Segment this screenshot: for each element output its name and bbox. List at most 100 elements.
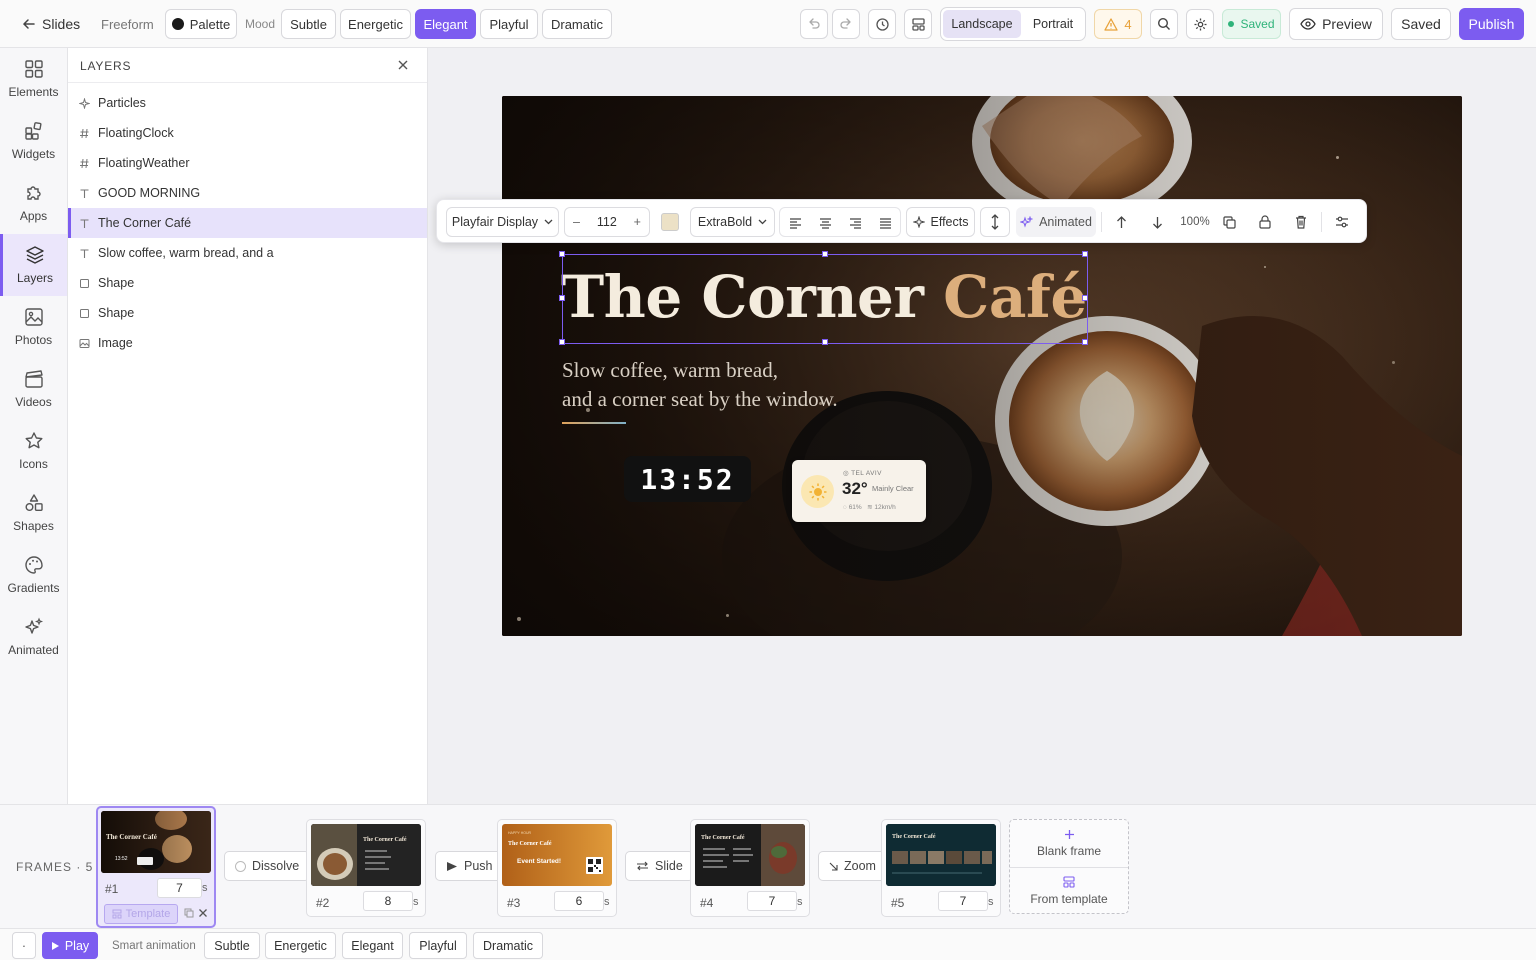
resize-handle[interactable] xyxy=(1082,339,1088,345)
anim-subtle-button[interactable]: Subtle xyxy=(204,932,260,959)
publish-button[interactable]: Publish xyxy=(1459,8,1524,40)
frame-card-1[interactable]: The Corner Café 13:52 #1 7 s Template xyxy=(96,806,216,928)
layer-item[interactable]: Particles xyxy=(68,88,427,118)
settings-button[interactable] xyxy=(1186,9,1214,39)
slide-canvas[interactable]: The Corner Café Slow coffee, warm bread,… xyxy=(502,96,1462,636)
copy-frame-button[interactable] xyxy=(184,908,194,918)
bring-forward-button[interactable] xyxy=(1106,207,1136,237)
rail-shapes[interactable]: Shapes xyxy=(0,482,67,544)
resize-handle[interactable] xyxy=(822,251,828,257)
anim-energetic-button[interactable]: Energetic xyxy=(265,932,336,959)
frame-duration-input[interactable]: 7 xyxy=(157,878,202,898)
floating-clock-widget[interactable]: 13:52 xyxy=(624,456,751,502)
frame-duration-input[interactable]: 7 xyxy=(747,891,797,911)
resize-handle[interactable] xyxy=(822,339,828,345)
transition-zoom-button[interactable]: Zoom xyxy=(818,851,887,881)
delete-frame-button[interactable] xyxy=(198,908,208,918)
landscape-option[interactable]: Landscape xyxy=(943,10,1021,38)
effects-button[interactable]: Effects xyxy=(906,207,975,237)
layer-item[interactable]: GOOD MORNING xyxy=(68,178,427,208)
from-template-button[interactable]: From template xyxy=(1010,868,1128,914)
rail-elements[interactable]: Elements xyxy=(0,48,67,110)
layer-item[interactable]: FloatingWeather xyxy=(68,148,427,178)
layer-item-selected[interactable]: The Corner Café xyxy=(68,208,427,238)
font-weight-select[interactable]: ExtraBold xyxy=(690,207,775,237)
layer-item[interactable]: FloatingClock xyxy=(68,118,427,148)
resize-handle[interactable] xyxy=(1082,251,1088,257)
rail-videos[interactable]: Videos xyxy=(0,358,67,420)
resize-handle[interactable] xyxy=(1082,295,1088,301)
decrease-size-button[interactable]: – xyxy=(573,215,580,229)
send-backward-button[interactable] xyxy=(1142,207,1172,237)
anim-dramatic-button[interactable]: Dramatic xyxy=(473,932,543,959)
frame-thumbnail-4: The Corner Café xyxy=(695,824,805,886)
delete-button[interactable] xyxy=(1286,207,1316,237)
play-button[interactable]: Play xyxy=(42,932,98,959)
line-height-button[interactable] xyxy=(980,207,1010,237)
resize-handle[interactable] xyxy=(559,251,565,257)
mood-elegant-button[interactable]: Elegant xyxy=(415,9,476,39)
rail-widgets[interactable]: Widgets xyxy=(0,110,67,172)
font-size-value[interactable]: 112 xyxy=(597,215,617,229)
mood-subtle-button[interactable]: Subtle xyxy=(281,9,336,39)
rail-apps[interactable]: Apps xyxy=(0,172,67,234)
resize-handle[interactable] xyxy=(559,295,565,301)
palette-button[interactable]: Palette xyxy=(165,9,237,39)
portrait-option[interactable]: Portrait xyxy=(1023,10,1083,38)
undo-button[interactable] xyxy=(800,9,828,39)
frame-card-5[interactable]: The Corner Café #5 7 s xyxy=(881,819,1001,917)
floating-weather-widget[interactable]: ◎ TEL AVIV 32° Mainly Clear ◌ 61% ≋ 12km… xyxy=(792,460,926,522)
preview-button[interactable]: Preview xyxy=(1289,8,1383,40)
rail-gradients[interactable]: Gradients xyxy=(0,544,67,606)
resize-handle[interactable] xyxy=(559,339,565,345)
frame-duration-input[interactable]: 6 xyxy=(554,891,604,911)
frame-card-2[interactable]: The Corner Café #2 8 s xyxy=(306,819,426,917)
text-color-swatch[interactable] xyxy=(661,213,679,231)
mood-dramatic-button[interactable]: Dramatic xyxy=(542,9,612,39)
close-panel-button[interactable] xyxy=(396,58,410,72)
align-justify-button[interactable] xyxy=(870,208,900,238)
align-right-button[interactable] xyxy=(840,208,870,238)
layer-item[interactable]: Shape xyxy=(68,268,427,298)
frame-card-3[interactable]: HAPPY HOUR The Corner Café Event Started… xyxy=(497,819,617,917)
frame-duration-input[interactable]: 8 xyxy=(363,891,413,911)
mood-energetic-button[interactable]: Energetic xyxy=(340,9,411,39)
layer-item[interactable]: Image xyxy=(68,328,427,358)
rail-icons[interactable]: Icons xyxy=(0,420,67,482)
warnings-button[interactable]: 4 xyxy=(1094,9,1142,39)
opacity-value[interactable]: 100% xyxy=(1175,207,1215,237)
transition-slide-button[interactable]: Slide xyxy=(625,851,694,881)
align-left-button[interactable] xyxy=(780,208,810,238)
saved-button[interactable]: Saved xyxy=(1391,8,1451,40)
transition-push-button[interactable]: Push xyxy=(435,851,504,881)
anim-elegant-button[interactable]: Elegant xyxy=(342,932,403,959)
rail-animated[interactable]: Animated xyxy=(0,606,67,668)
mood-playful-button[interactable]: Playful xyxy=(480,9,538,39)
anim-playful-button[interactable]: Playful xyxy=(409,932,467,959)
increase-size-button[interactable]: + xyxy=(634,215,641,229)
dot-menu-button[interactable]: · xyxy=(12,932,36,959)
back-to-slides-link[interactable]: Slides xyxy=(22,9,80,39)
search-button[interactable] xyxy=(1150,9,1178,39)
layout-button[interactable] xyxy=(904,9,932,39)
rail-layers[interactable]: Layers xyxy=(0,234,67,296)
layer-item[interactable]: Slow coffee, warm bread, and a xyxy=(68,238,427,268)
blank-frame-button[interactable]: Blank frame xyxy=(1010,820,1128,867)
duplicate-button[interactable] xyxy=(1214,207,1244,237)
animated-toggle[interactable]: Animated xyxy=(1016,207,1096,237)
layer-item[interactable]: Shape xyxy=(68,298,427,328)
rail-photos[interactable]: Photos xyxy=(0,296,67,358)
slide-subtitle[interactable]: Slow coffee, warm bread, and a corner se… xyxy=(562,356,838,414)
selection-box[interactable] xyxy=(559,251,1088,345)
redo-button[interactable] xyxy=(832,9,860,39)
font-family-select[interactable]: Playfair Display xyxy=(446,207,559,237)
history-button[interactable] xyxy=(868,9,896,39)
lock-button[interactable] xyxy=(1250,207,1280,237)
align-center-button[interactable] xyxy=(810,208,840,238)
more-settings-button[interactable] xyxy=(1327,207,1357,237)
save-as-template-button[interactable]: Template xyxy=(104,904,178,924)
frame-duration-input[interactable]: 7 xyxy=(938,891,988,911)
transition-dissolve-button[interactable]: Dissolve xyxy=(224,851,311,881)
freeform-toggle[interactable]: Freeform xyxy=(101,9,154,39)
frame-card-4[interactable]: The Corner Café #4 7 s xyxy=(690,819,810,917)
